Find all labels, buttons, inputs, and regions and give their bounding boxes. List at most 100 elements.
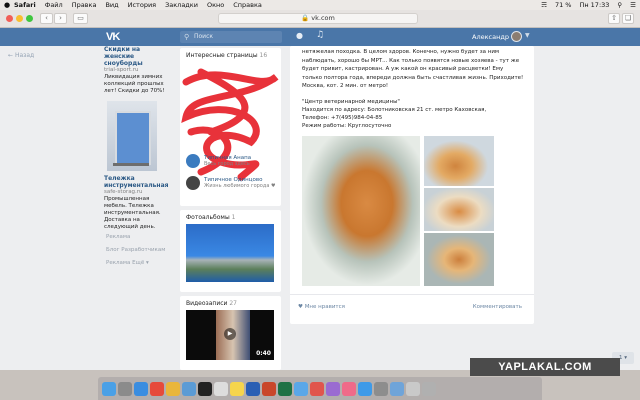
wall-post: нетяжелая походка. В целом здоров. Конеч… [290,46,534,324]
like-button[interactable]: ♥ Мне нравится [298,304,345,310]
word-icon[interactable] [246,381,260,396]
ad-tool-cart[interactable]: Тележка инструментальная safe-storag.ru … [104,175,172,231]
app-icon[interactable] [310,381,324,396]
launchpad-icon[interactable] [118,381,132,396]
post-photo[interactable] [424,233,494,286]
ad-site: safe-storag.ru [104,189,143,195]
ad-description: Промышленная мебель. Тележка инструмента… [104,196,161,230]
footer-more[interactable]: Реклама Ещё ▾ [106,257,165,270]
excel-icon[interactable] [278,381,292,396]
notes-icon[interactable] [230,381,244,396]
sidebar-toggle-icon[interactable]: ▭ [73,13,88,24]
menu-file[interactable]: Файл [45,1,63,9]
folder-icon[interactable] [390,381,404,396]
safari-toolbar: ‹ › ▭ 🔒 vk.com ⇧ ❏ [0,10,640,28]
minimize-button[interactable] [16,15,23,22]
albums-block: Фотоальбомы 1 [180,210,281,292]
photos-icon[interactable] [166,381,180,396]
menu-bookmarks[interactable]: Закладки [165,1,198,9]
finder-icon[interactable] [102,381,116,396]
lock-icon: 🔒 [301,14,310,22]
search-icon[interactable]: ⚲ [617,1,622,9]
app-store-icon[interactable] [358,381,372,396]
clock[interactable]: Пн 17:33 [579,1,609,9]
footer-links[interactable]: Блог Разработчикам [106,244,165,257]
menu-safari[interactable]: Safari [14,1,36,9]
left-footer: Реклама Блог Разработчикам Реклама Ещё ▾ [106,231,165,270]
folder-icon[interactable] [406,381,420,396]
ad-image-tool-cart[interactable] [107,101,157,171]
block-header[interactable]: Фотоальбомы 1 [180,210,281,225]
wifi-icon[interactable]: ☴ [541,1,547,9]
terminal-icon[interactable] [198,381,212,396]
block-header[interactable]: Видеозаписи 27 [180,296,281,311]
menu-view[interactable]: Вид [105,1,118,9]
post-photo-main[interactable] [302,136,420,286]
footer-ads[interactable]: Реклама [106,231,165,244]
safari-icon[interactable] [134,381,148,396]
watermark: YAPLAKAL.COM [470,358,620,376]
page-item[interactable]: Типичная Анапа Весь город здесь [186,154,251,168]
address-bar[interactable]: 🔒 vk.com [218,13,418,24]
chevron-down-icon[interactable]: ▼ [525,32,530,39]
music-icon[interactable]: ♫ [316,30,324,40]
search-input[interactable]: ⚲ Поиск [180,31,282,43]
app-icon[interactable] [326,381,340,396]
battery-label[interactable]: 71 % [555,1,572,9]
menu-window[interactable]: Окно [207,1,224,9]
back-button[interactable]: ‹ [40,13,53,24]
vk-logo[interactable]: VK [106,31,120,43]
music-icon[interactable] [342,381,356,396]
ad-snowboard[interactable]: Скидки на женские сноуборды trial-sport.… [104,46,172,95]
post-photo[interactable] [424,188,494,231]
avatar[interactable] [511,31,522,42]
video-duration: 0:40 [256,350,271,357]
chrome-icon[interactable] [150,381,164,396]
user-name[interactable]: Александр [472,33,509,41]
apple-icon[interactable]: ● [4,1,14,9]
menu-list-icon[interactable]: ☰ [630,1,636,9]
ad-title[interactable]: Скидки на женские сноуборды [104,46,172,67]
menu-help[interactable]: Справка [233,1,262,9]
post-photo[interactable] [424,136,494,186]
block-title: Видеозаписи [186,300,228,307]
page-status: Жизнь любимого города ♥ [204,183,276,189]
powerpoint-icon[interactable] [262,381,276,396]
video-thumbnail[interactable]: ▶ 0:40 [186,310,274,360]
play-icon[interactable]: ▶ [224,328,236,340]
comment-button[interactable]: Комментировать [473,304,522,310]
close-button[interactable] [6,15,13,22]
menu-edit[interactable]: Правка [72,1,97,9]
url-text: vk.com [311,14,335,22]
calendar-icon[interactable] [214,381,228,396]
macos-menubar: ● Safari Файл Правка Вид История Закладк… [0,0,640,10]
album-thumbnail[interactable] [186,224,274,282]
videos-block: Видеозаписи 27 ▶ 0:40 [180,296,281,370]
page-item[interactable]: Типичное Одинцово Жизнь любимого города ♥ [186,176,275,190]
heart-icon: ♥ [298,304,303,310]
settings-icon[interactable] [374,381,388,396]
block-header[interactable]: Интересные страницы 16 [180,48,281,63]
back-label: Назад [14,52,35,59]
ad-column: Скидки на женские сноуборды trial-sport.… [104,46,172,231]
share-icon[interactable]: ⇧ [608,13,620,24]
zoom-button[interactable] [26,15,33,22]
post-text: нетяжелая походка. В целом здоров. Конеч… [302,49,524,89]
skype-icon[interactable] [182,381,196,396]
block-count: 1 [231,214,236,221]
page-avatar [186,176,200,190]
ad-site: trial-sport.ru [104,67,139,73]
back-link[interactable]: ← Назад [8,52,34,59]
trash-icon[interactable] [422,381,436,396]
bell-icon[interactable]: ● [296,31,303,40]
menu-history[interactable]: История [128,1,156,9]
clinic-hours: Режим работы: Круглосуточно [302,123,392,129]
block-title: Фотоальбомы [186,214,230,221]
interesting-pages-block: Интересные страницы 16 Типичная Анапа Вес… [180,48,281,206]
app-icon[interactable] [294,381,308,396]
ad-title[interactable]: Тележка инструментальная [104,175,172,189]
search-icon: ⚲ [184,33,190,41]
tabs-icon[interactable]: ❏ [622,13,634,24]
forward-button[interactable]: › [54,13,67,24]
page-status: Весь город здесь [204,161,250,167]
